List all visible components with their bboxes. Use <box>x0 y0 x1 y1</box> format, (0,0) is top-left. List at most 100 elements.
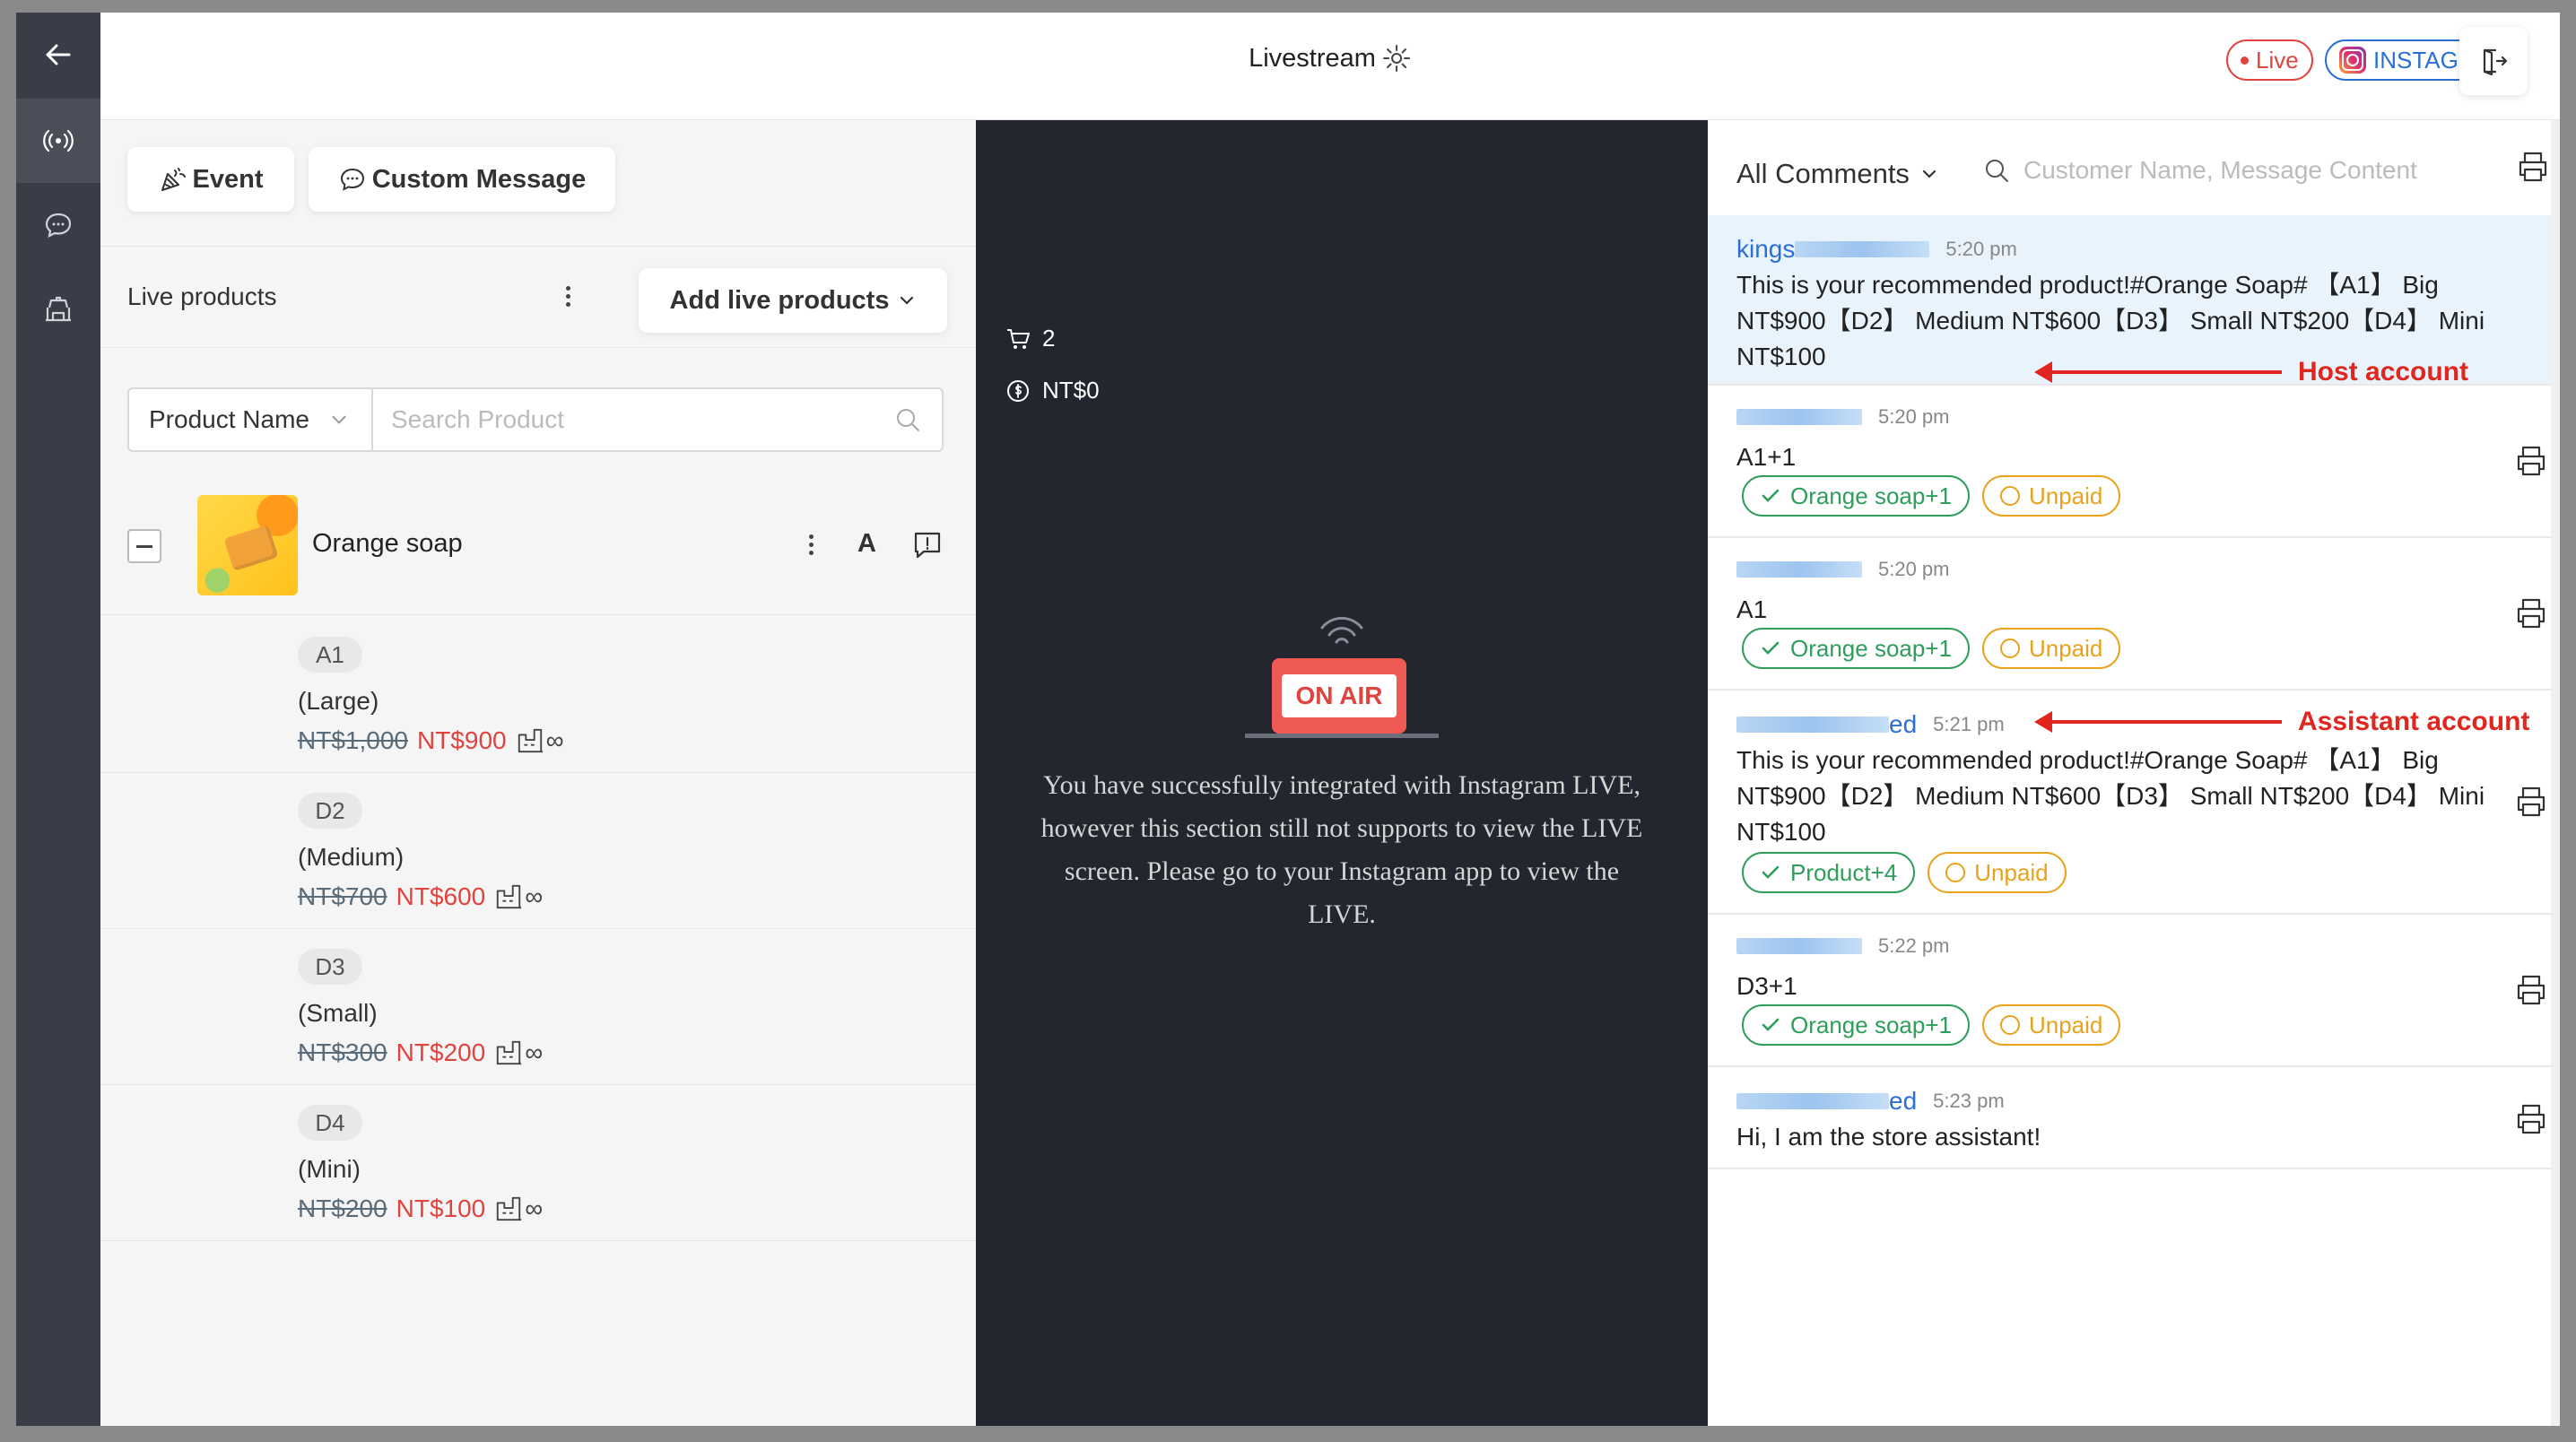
product-filter-select[interactable]: Product Name <box>129 389 373 450</box>
payment-status-tag[interactable]: Unpaid <box>1981 1004 2121 1046</box>
gear-icon[interactable] <box>1381 43 1412 74</box>
payment-status-label: Unpaid <box>2028 1011 2103 1038</box>
revenue-value: NT$0 <box>1042 377 1100 404</box>
warehouse-icon <box>518 728 543 753</box>
variant-stock: ∞ <box>494 882 543 911</box>
variant-sale-price: NT$100 <box>396 1194 486 1222</box>
order-tag[interactable]: Orange soap+1 <box>1742 628 1970 669</box>
chevron-down-icon <box>1922 169 1936 178</box>
comment-item[interactable]: 5:20 pm A1+1 Orange soap+1 Unpaid <box>1708 386 2560 538</box>
comment-item[interactable]: 5:20 pm A1 Orange soap+1 Unpaid <box>1708 538 2560 691</box>
add-live-products-label: Add live products <box>669 285 890 315</box>
search-icon[interactable] <box>893 405 922 434</box>
event-button[interactable]: Event <box>127 147 294 212</box>
comments-scrollbar[interactable] <box>2551 120 2560 1426</box>
comment-time: 5:20 pm <box>1878 558 1950 580</box>
blurred-name <box>1736 409 1862 425</box>
check-icon <box>1762 1018 1780 1031</box>
comments-search <box>1982 156 2490 185</box>
variant-price: NT$300 NT$200 ∞ <box>298 1038 543 1067</box>
variant-stock-value: ∞ <box>525 1194 544 1222</box>
payment-status-tag[interactable]: Unpaid <box>1981 475 2121 517</box>
comment-author[interactable]: ed <box>1889 710 1917 739</box>
comments-filter-label: All Comments <box>1736 158 1910 189</box>
variant-size: (Mini) <box>298 1155 361 1183</box>
variant-code: D3 <box>298 949 362 985</box>
variant-size: (Small) <box>298 999 378 1027</box>
variant-original-price: NT$200 <box>298 1194 387 1222</box>
comment-meta: ed 5:21 pm <box>1736 710 2005 739</box>
comment-item[interactable]: 5:22 pm D3+1 Orange soap+1 Unpaid <box>1708 915 2560 1067</box>
comment-item[interactable]: ed 5:21 pm This is your recommended prod… <box>1708 691 2560 915</box>
printer-icon[interactable] <box>2513 443 2549 479</box>
variant-stock-value: ∞ <box>525 882 544 910</box>
nav-livestream[interactable] <box>16 99 100 183</box>
printer-icon[interactable] <box>2513 784 2549 820</box>
instagram-icon <box>2339 47 2366 74</box>
chevron-down-icon <box>901 296 914 305</box>
back-arrow-icon <box>46 44 71 65</box>
printer-icon[interactable] <box>2513 595 2549 631</box>
variant-price: NT$700 NT$600 ∞ <box>298 882 543 911</box>
more-options-icon[interactable] <box>563 286 572 307</box>
letter-a-button[interactable]: A <box>857 529 876 559</box>
comment-item[interactable]: kings 5:20 pm This is your recommended p… <box>1708 215 2560 387</box>
exit-icon <box>2483 48 2508 76</box>
comment-time: 5:22 pm <box>1878 934 1950 957</box>
party-popper-icon <box>161 168 186 191</box>
revenue: NT$0 <box>1005 377 1100 404</box>
warehouse-icon <box>497 884 522 909</box>
comments-search-input[interactable] <box>2023 156 2490 185</box>
variant-price: NT$200 NT$100 ∞ <box>298 1194 543 1223</box>
message-icon[interactable] <box>911 529 944 561</box>
variant-row: A1 (Large) NT$1,000 NT$900 ∞ <box>100 617 976 773</box>
stream-unsupported-message: You have successfully integrated with In… <box>1040 770 1643 929</box>
payment-status-tag[interactable]: Unpaid <box>1981 628 2121 669</box>
search-icon <box>1986 160 2008 182</box>
comment-author[interactable]: ed <box>1889 1087 1917 1116</box>
comment-time: 5:23 pm <box>1933 1090 2005 1112</box>
printer-icon[interactable] <box>2513 1101 2549 1137</box>
variant-code: A1 <box>298 637 362 673</box>
product-more-icon[interactable] <box>806 534 815 555</box>
nav-messages[interactable] <box>16 183 100 267</box>
exit-button[interactable] <box>2459 27 2528 95</box>
custom-message-button[interactable]: Custom Message <box>309 147 615 212</box>
warehouse-icon <box>497 1040 522 1065</box>
payment-status-tag[interactable]: Unpaid <box>1928 852 2067 893</box>
broadcast-icon <box>43 129 74 152</box>
variant-price: NT$1,000 NT$900 ∞ <box>298 726 564 755</box>
comment-meta: kings 5:20 pm <box>1736 235 2017 264</box>
payment-status-label: Unpaid <box>2028 634 2103 662</box>
assistant-annotation: Assistant account <box>2034 707 2529 737</box>
back-button[interactable] <box>16 13 100 97</box>
nav-store[interactable] <box>16 267 100 352</box>
live-stream-view: 2 NT$0 ON AIR You have successfully inte… <box>976 120 1708 1426</box>
blurred-name <box>1795 241 1930 257</box>
variant-row: D4 (Mini) NT$200 NT$100 ∞ <box>100 1085 976 1241</box>
product-search-input[interactable] <box>373 389 893 450</box>
variant-row: D3 (Small) NT$300 NT$200 ∞ <box>100 929 976 1085</box>
order-tag-label: Product+4 <box>1790 858 1898 886</box>
variant-sale-price: NT$900 <box>416 726 507 754</box>
comment-author[interactable]: kings <box>1736 235 1795 264</box>
event-label: Event <box>192 164 264 194</box>
order-tag[interactable]: Orange soap+1 <box>1742 1004 1970 1046</box>
variant-code: D4 <box>298 1105 362 1141</box>
store-icon <box>46 296 71 322</box>
comments-filter-dropdown[interactable]: All Comments <box>1736 158 1938 190</box>
order-tag[interactable]: Product+4 <box>1742 852 1916 893</box>
check-icon <box>1762 641 1780 655</box>
collapse-checkbox[interactable] <box>127 529 161 563</box>
custom-message-label: Custom Message <box>371 164 587 194</box>
check-icon <box>1762 865 1780 879</box>
order-tag[interactable]: Orange soap+1 <box>1742 475 1970 517</box>
live-products-bar: Live products Add live products <box>100 246 976 348</box>
live-label: Live <box>2256 46 2299 74</box>
printer-icon[interactable] <box>2513 972 2549 1008</box>
blurred-name <box>1736 561 1862 578</box>
variant-sale-price: NT$200 <box>396 1038 486 1066</box>
add-live-products-button[interactable]: Add live products <box>639 268 947 333</box>
comment-item[interactable]: ed 5:23 pm Hi, I am the store assistant! <box>1708 1067 2560 1169</box>
printer-icon[interactable] <box>2515 149 2551 185</box>
